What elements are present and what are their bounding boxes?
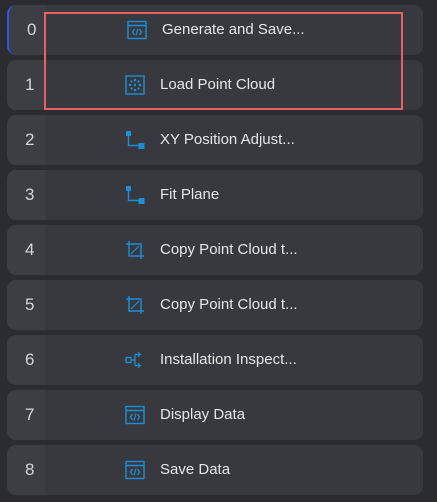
step-index: 1 <box>25 75 35 94</box>
step-index: 0 <box>27 20 37 39</box>
step-content[interactable]: Fit Plane <box>45 170 423 220</box>
step-index: 2 <box>25 130 35 149</box>
step-item-8[interactable]: 8 Save Data <box>7 445 423 495</box>
step-index: 6 <box>25 350 35 369</box>
step-label: Display Data <box>160 406 246 423</box>
step-label: Copy Point Cloud t... <box>160 241 298 258</box>
point-cloud-icon <box>124 74 146 96</box>
crop-frame-icon <box>124 239 146 261</box>
crop-frame-icon <box>124 294 146 316</box>
step-index: 4 <box>25 240 35 259</box>
step-content[interactable]: Load Point Cloud <box>45 60 423 110</box>
step-content[interactable]: Display Data <box>45 390 423 440</box>
step-label: Load Point Cloud <box>160 76 276 93</box>
code-window-icon <box>124 404 146 426</box>
step-content[interactable]: XY Position Adjust... <box>45 115 423 165</box>
step-item-6[interactable]: 6 Installation Inspect... <box>7 335 423 385</box>
transform-icon <box>124 184 146 206</box>
step-item-0[interactable]: 0 Generate and Save... <box>7 5 423 55</box>
step-item-7[interactable]: 7 Display Data <box>7 390 423 440</box>
step-index: 8 <box>25 460 35 479</box>
step-content[interactable]: Copy Point Cloud t... <box>45 280 423 330</box>
step-content[interactable]: Generate and Save... <box>47 5 423 55</box>
step-label: Save Data <box>160 461 231 478</box>
code-window-icon <box>126 19 148 41</box>
step-index: 5 <box>25 295 35 314</box>
step-label: Copy Point Cloud t... <box>160 296 298 313</box>
transform-icon <box>124 129 146 151</box>
step-label: Installation Inspect... <box>160 351 297 368</box>
step-content[interactable]: Copy Point Cloud t... <box>45 225 423 275</box>
step-index: 7 <box>25 405 35 424</box>
step-list: 0 Generate and Save... 1 Load Point Clou… <box>7 5 423 500</box>
step-item-3[interactable]: 3 Fit Plane <box>7 170 423 220</box>
code-window-icon <box>124 459 146 481</box>
step-content[interactable]: Installation Inspect... <box>45 335 423 385</box>
step-content[interactable]: Save Data <box>45 445 423 495</box>
step-item-5[interactable]: 5 Copy Point Cloud t... <box>7 280 423 330</box>
flow-branch-icon <box>124 349 146 371</box>
step-label: Fit Plane <box>160 186 220 203</box>
step-item-1[interactable]: 1 Load Point Cloud <box>7 60 423 110</box>
step-index: 3 <box>25 185 35 204</box>
step-item-4[interactable]: 4 Copy Point Cloud t... <box>7 225 423 275</box>
step-item-2[interactable]: 2 XY Position Adjust... <box>7 115 423 165</box>
step-label: XY Position Adjust... <box>160 131 295 148</box>
step-label: Generate and Save... <box>162 21 305 38</box>
